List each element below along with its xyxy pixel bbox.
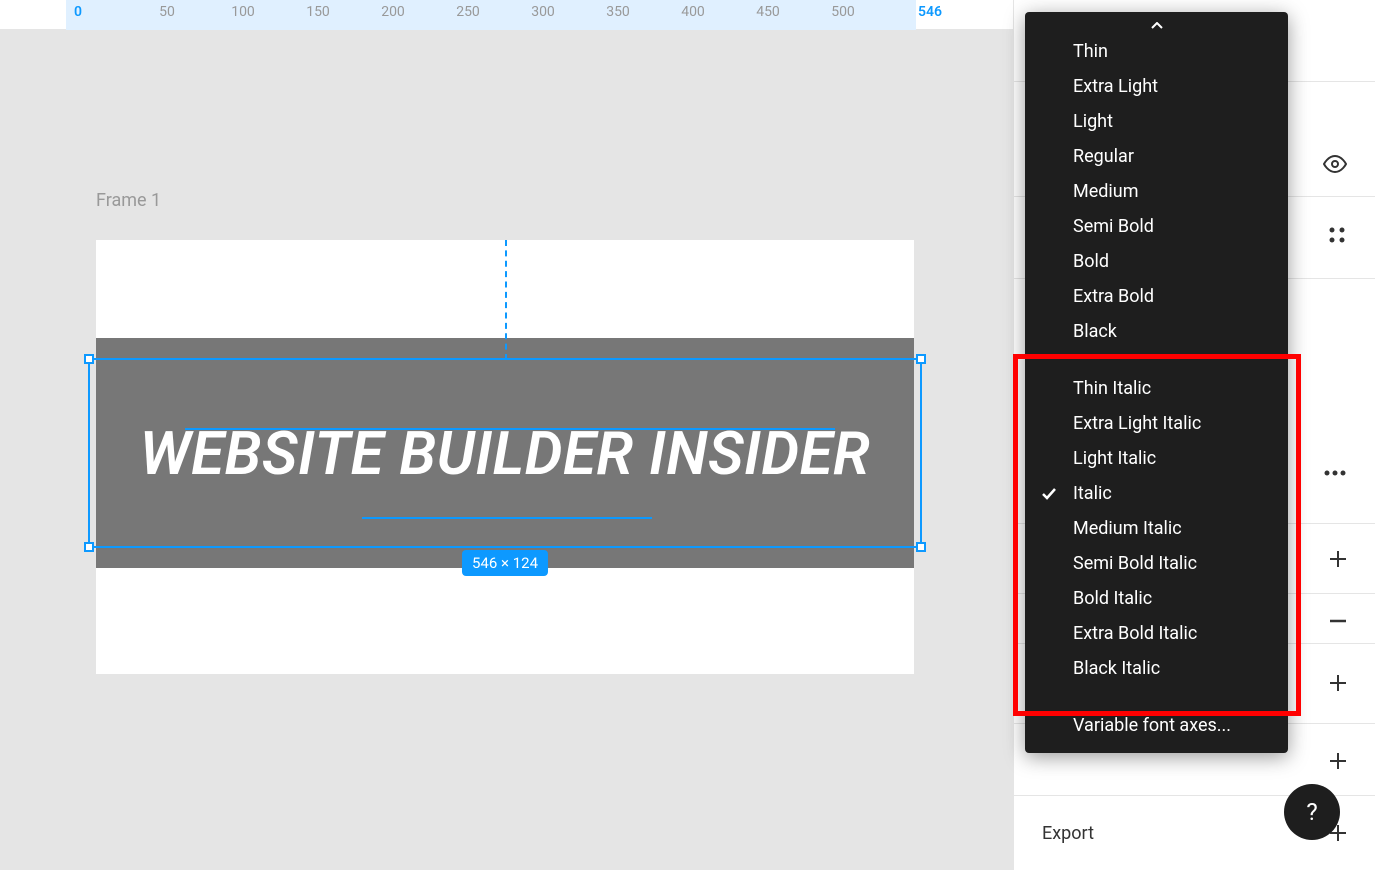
ruler-tick: 100 <box>231 4 255 20</box>
scroll-up-icon[interactable] <box>1025 18 1288 34</box>
font-weight-option-light-italic[interactable]: Light Italic <box>1025 441 1288 476</box>
font-weight-dropdown[interactable]: Thin Extra Light Light Regular Medium Se… <box>1025 12 1288 753</box>
visibility-icon[interactable] <box>1323 152 1347 176</box>
ruler-tick: 450 <box>756 4 780 20</box>
more-options-icon[interactable] <box>1323 469 1347 477</box>
font-weight-option-bold-italic[interactable]: Bold Italic <box>1025 581 1288 616</box>
help-icon: ? <box>1306 798 1317 826</box>
variable-font-axes-option[interactable]: Variable font axes... <box>1025 708 1288 743</box>
drag-handle-icon[interactable] <box>1327 225 1347 245</box>
ruler-tick: 150 <box>306 4 330 20</box>
ruler[interactable]: 0 50 100 150 200 250 300 350 400 450 500… <box>0 0 1013 30</box>
font-weight-option-light[interactable]: Light <box>1025 104 1288 139</box>
resize-handle-tr[interactable] <box>916 354 926 364</box>
font-weight-option-extra-light[interactable]: Extra Light <box>1025 69 1288 104</box>
text-baseline-guide <box>185 428 835 430</box>
font-weight-option-extra-light-italic[interactable]: Extra Light Italic <box>1025 406 1288 441</box>
font-weight-option-extra-bold-italic[interactable]: Extra Bold Italic <box>1025 616 1288 651</box>
font-weight-option-thin-italic[interactable]: Thin Italic <box>1025 371 1288 406</box>
minus-icon[interactable] <box>1329 612 1347 630</box>
resize-handle-tl[interactable] <box>84 354 94 364</box>
menu-separator <box>1025 349 1288 371</box>
resize-handle-bl[interactable] <box>84 542 94 552</box>
export-label: Export <box>1042 823 1094 844</box>
plus-icon[interactable] <box>1329 550 1347 568</box>
font-weight-option-medium-italic[interactable]: Medium Italic <box>1025 511 1288 546</box>
ruler-tick: 250 <box>456 4 480 20</box>
plus-icon[interactable] <box>1329 674 1347 692</box>
ruler-tick: 546 <box>918 4 942 20</box>
menu-separator <box>1025 686 1288 708</box>
text-content[interactable]: WEBSITE BUILDER INSIDER <box>140 413 871 494</box>
font-weight-option-medium[interactable]: Medium <box>1025 174 1288 209</box>
font-weight-option-extra-bold[interactable]: Extra Bold <box>1025 279 1288 314</box>
check-icon <box>1041 486 1057 502</box>
canvas[interactable]: Frame 1 WEBSITE BUILDER INSIDER 546 × 12… <box>0 30 1013 870</box>
ruler-ticks: 0 50 100 150 200 250 300 350 400 450 500… <box>0 0 1013 29</box>
text-baseline-guide <box>362 517 652 519</box>
plus-icon[interactable] <box>1329 752 1347 770</box>
font-weight-option-semi-bold[interactable]: Semi Bold <box>1025 209 1288 244</box>
font-weight-option-black-italic[interactable]: Black Italic <box>1025 651 1288 686</box>
font-weight-option-black[interactable]: Black <box>1025 314 1288 349</box>
ruler-tick: 500 <box>831 4 855 20</box>
font-weight-option-thin[interactable]: Thin <box>1025 34 1288 69</box>
font-weight-option-semi-bold-italic[interactable]: Semi Bold Italic <box>1025 546 1288 581</box>
ruler-tick: 300 <box>531 4 555 20</box>
ruler-tick: 350 <box>606 4 630 20</box>
frame[interactable]: WEBSITE BUILDER INSIDER <box>96 240 914 674</box>
resize-handle-br[interactable] <box>916 542 926 552</box>
font-weight-option-italic[interactable]: Italic <box>1025 476 1288 511</box>
help-button[interactable]: ? <box>1284 784 1340 840</box>
font-weight-option-regular[interactable]: Regular <box>1025 139 1288 174</box>
frame-label[interactable]: Frame 1 <box>96 190 161 211</box>
ruler-tick: 0 <box>74 4 82 20</box>
ruler-tick: 50 <box>159 4 175 20</box>
font-weight-option-bold[interactable]: Bold <box>1025 244 1288 279</box>
text-block[interactable]: WEBSITE BUILDER INSIDER <box>96 338 914 568</box>
ruler-tick: 200 <box>381 4 405 20</box>
ruler-tick: 400 <box>681 4 705 20</box>
